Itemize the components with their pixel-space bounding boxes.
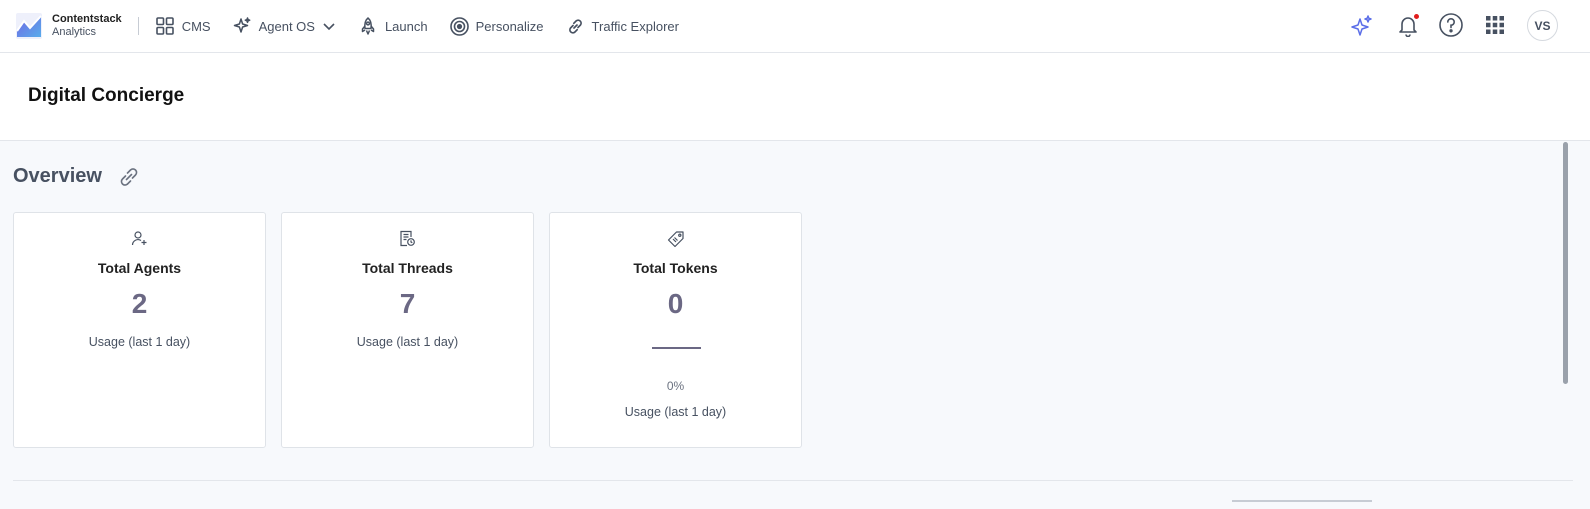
chevron-down-icon[interactable] xyxy=(321,18,337,34)
card-value: 7 xyxy=(399,288,416,319)
thread-icon xyxy=(400,230,415,247)
card-title: Total Agents xyxy=(97,260,182,276)
divider xyxy=(13,480,1573,481)
grid-icon xyxy=(155,16,176,37)
notifications-button[interactable] xyxy=(1395,12,1421,38)
brand-subtitle: Analytics xyxy=(52,26,97,38)
stat-card-total-tokens: Total Tokens 0 0% Usage (last 1 day) xyxy=(549,212,802,448)
card-title: Total Tokens xyxy=(633,260,718,276)
user-avatar[interactable]: VS xyxy=(1527,10,1558,41)
stat-card-total-agents: Total Agents 2 Usage (last 1 day) xyxy=(13,212,266,448)
brand[interactable]: Contentstack Analytics xyxy=(0,0,122,52)
notification-dot xyxy=(1413,13,1420,20)
card-subtitle: Usage (last 1 day) xyxy=(356,335,459,349)
page-title: Digital Concierge xyxy=(28,85,185,106)
copy-link-icon[interactable] xyxy=(117,165,141,189)
nav-item-label: Traffic Explorer xyxy=(591,18,679,34)
help-button[interactable] xyxy=(1438,12,1464,38)
vertical-scrollbar[interactable] xyxy=(1563,142,1568,384)
product-nav: CMS Agent OS Launch Personalize Traffic … xyxy=(155,0,700,52)
nav-item-traffic-explorer[interactable]: Traffic Explorer xyxy=(565,0,679,52)
page-header: Digital Concierge xyxy=(0,53,1590,141)
card-title: Total Threads xyxy=(362,260,453,276)
card-subtitle: Usage (last 1 day) xyxy=(88,335,191,349)
ai-assistant-button[interactable] xyxy=(1349,13,1375,39)
nav-item-launch[interactable]: Launch xyxy=(358,0,428,52)
nav-item-label: CMS xyxy=(181,18,211,34)
section-title-overview: Overview xyxy=(13,165,102,187)
rocket-icon xyxy=(358,16,379,37)
card-value: 0 xyxy=(667,288,684,319)
progress-line xyxy=(652,347,701,349)
sparkle-icon xyxy=(1351,15,1372,36)
app-switcher-button[interactable] xyxy=(1482,12,1508,38)
nav-item-label: Launch xyxy=(384,18,428,34)
brand-name: Contentstack xyxy=(52,13,122,25)
user-add-icon xyxy=(131,231,147,246)
link-icon xyxy=(565,16,586,37)
nav-item-cms[interactable]: CMS xyxy=(155,0,211,52)
help-icon xyxy=(1439,13,1463,37)
partial-element xyxy=(1232,500,1372,502)
stat-card-total-threads: Total Threads 7 Usage (last 1 day) xyxy=(281,212,534,448)
card-value: 2 xyxy=(131,288,148,319)
divider xyxy=(137,17,139,35)
top-navigation: Contentstack Analytics CMS Agent OS Laun… xyxy=(0,0,1590,53)
nav-item-label: Personalize xyxy=(475,18,544,34)
tag-icon xyxy=(667,231,684,248)
sparkle-icon xyxy=(232,16,253,37)
apps-grid-icon xyxy=(1486,16,1504,34)
nav-item-agent-os[interactable]: Agent OS xyxy=(232,0,337,52)
analytics-logo-icon xyxy=(16,13,42,39)
nav-item-label: Agent OS xyxy=(258,18,315,34)
target-icon xyxy=(449,16,470,37)
card-percentage: 0% xyxy=(666,379,685,393)
card-subtitle: Usage (last 1 day) xyxy=(624,405,727,419)
nav-item-personalize[interactable]: Personalize xyxy=(449,0,544,52)
